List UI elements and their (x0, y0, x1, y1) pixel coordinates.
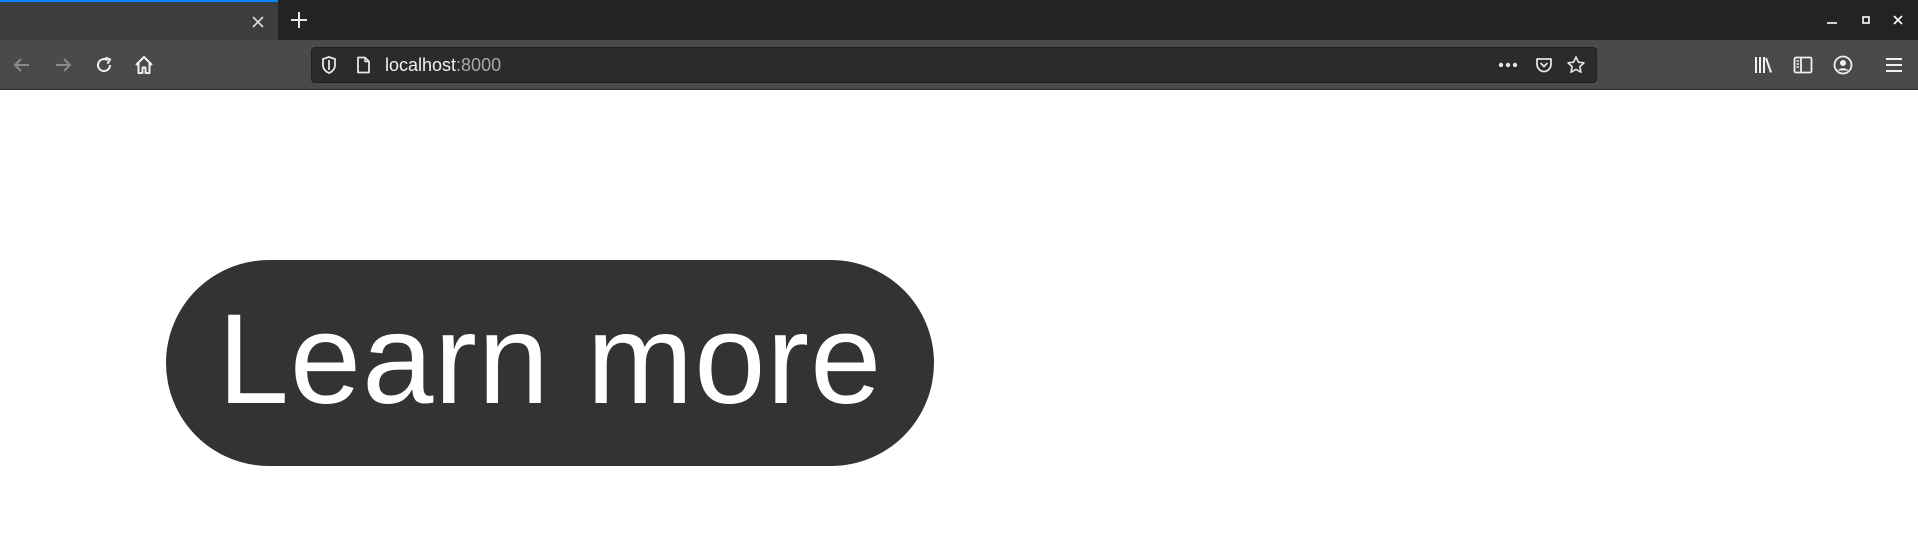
reload-icon[interactable] (90, 51, 118, 79)
url-text[interactable]: localhost:8000 (385, 55, 501, 75)
url-bar[interactable]: localhost:8000 (311, 47, 1597, 83)
sidebar-icon[interactable] (1789, 51, 1817, 79)
home-icon[interactable] (130, 51, 158, 79)
arrow-left-icon[interactable] (8, 51, 36, 79)
page-icon (353, 55, 373, 75)
star-icon[interactable] (1566, 55, 1586, 75)
minimize-icon[interactable] (1822, 10, 1842, 30)
arrow-right-icon[interactable] (49, 51, 77, 79)
shield-icon[interactable] (319, 55, 339, 75)
library-icon[interactable] (1749, 51, 1777, 79)
tab-strip (0, 0, 1918, 40)
url-port: :8000 (456, 55, 502, 75)
menu-icon[interactable] (1880, 51, 1908, 79)
page-content: Learn more (0, 90, 1918, 555)
learn-more-button[interactable]: Learn more (166, 260, 934, 466)
more-icon[interactable] (1498, 55, 1518, 75)
maximize-icon[interactable] (1856, 10, 1876, 30)
tab-close-icon[interactable] (248, 12, 268, 32)
learn-more-label: Learn more (217, 288, 883, 431)
pocket-icon[interactable] (1534, 55, 1554, 75)
navigation-toolbar: localhost:8000 (0, 40, 1918, 90)
new-tab-button[interactable] (286, 7, 312, 33)
url-host: localhost (385, 55, 457, 75)
window-close-icon[interactable] (1888, 10, 1908, 30)
account-icon[interactable] (1829, 51, 1857, 79)
active-tab[interactable] (0, 0, 278, 40)
